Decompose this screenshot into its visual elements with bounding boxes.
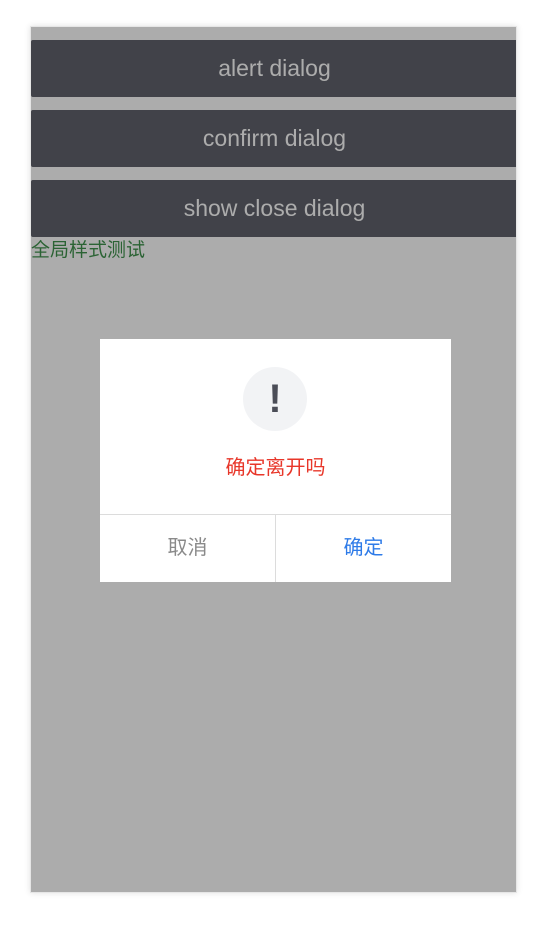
dialog-message: 确定离开吗: [225, 457, 326, 479]
dialog-footer: 取消 确定: [100, 514, 451, 582]
ok-button[interactable]: 确定: [276, 515, 451, 582]
phone-frame: alert dialog confirm dialog show close d…: [30, 26, 517, 893]
cancel-button[interactable]: 取消: [100, 515, 276, 582]
exclamation-icon: !: [243, 367, 307, 431]
confirm-dialog: ! 确定离开吗 取消 确定: [100, 339, 451, 582]
